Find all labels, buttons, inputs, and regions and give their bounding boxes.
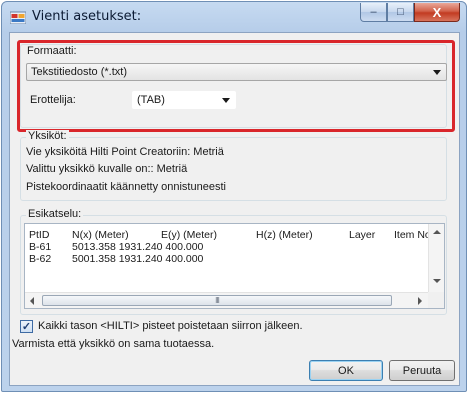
close-button[interactable]: X [414, 3, 460, 22]
units-note: Varmista että yksikkö on sama tuotaessa. [12, 338, 215, 350]
table-row-values: 5013.358 1931.240 400.000 [72, 241, 204, 253]
column-header-layer: Layer [349, 229, 376, 241]
table-row-id: B-62 [29, 253, 52, 265]
dialog-body: Formaatti: Tekstitiedosto (*.txt) Erotte… [9, 32, 460, 386]
close-icon: X [432, 4, 442, 20]
scroll-down-icon[interactable] [433, 279, 441, 283]
column-header-ptid: PtID [29, 229, 50, 241]
delete-points-checkbox[interactable]: ✓ [20, 320, 33, 333]
preview-label: Esikatselu: [26, 208, 84, 220]
chevron-down-icon [433, 70, 441, 75]
vertical-scrollbar[interactable] [428, 224, 444, 292]
minimize-button[interactable]: – [360, 3, 387, 22]
format-group [20, 44, 447, 128]
separator-label: Erottelija: [30, 94, 76, 106]
column-header-hz: H(z) (Meter) [256, 229, 313, 241]
column-header-nx: N(x) (Meter) [72, 229, 129, 241]
app-icon [10, 11, 26, 24]
units-line: Pistekoordinaatit käännetty onnistuneest… [26, 181, 226, 193]
scroll-thumb[interactable]: III [42, 295, 392, 306]
table-row-id: B-61 [29, 241, 52, 253]
maximize-button[interactable]: □ [387, 3, 414, 22]
units-label: Yksiköt: [26, 130, 69, 142]
ok-button[interactable]: OK [309, 360, 383, 381]
chevron-down-icon [222, 98, 230, 103]
scroll-up-icon[interactable] [433, 230, 441, 234]
separator-select[interactable]: (TAB) [132, 91, 236, 109]
format-label: Formaatti: [27, 45, 77, 57]
horizontal-scrollbar[interactable]: III [25, 292, 428, 308]
preview-list[interactable]: PtID N(x) (Meter) E(y) (Meter) H(z) (Met… [24, 223, 445, 309]
minimize-icon: – [370, 6, 377, 18]
dialog-window: Vienti asetukset: – □ X Formaatti: Tekst… [1, 1, 467, 392]
grip-icon: III [215, 296, 220, 305]
cancel-button[interactable]: Peruuta [389, 360, 455, 381]
window-title: Vienti asetukset: [32, 9, 142, 24]
units-line: Vie yksiköitä Hilti Point Creatoriin: Me… [26, 146, 224, 158]
table-row-values: 5001.358 1931.240 400.000 [72, 253, 204, 265]
column-header-ey: E(y) (Meter) [161, 229, 217, 241]
format-select-value: Tekstitiedosto (*.txt) [31, 66, 127, 78]
scroll-corner [428, 292, 444, 308]
scroll-left-icon[interactable] [30, 297, 34, 305]
column-header-item-no: Item No [394, 229, 428, 241]
format-select[interactable]: Tekstitiedosto (*.txt) [26, 63, 447, 81]
maximize-icon: □ [397, 6, 404, 18]
scroll-right-icon[interactable] [418, 297, 422, 305]
units-line: Valittu yksikkö kuvalle on:: Metriä [26, 163, 188, 175]
separator-select-value: (TAB) [137, 94, 165, 106]
caption-buttons: – □ X [360, 3, 460, 23]
checkmark-icon: ✓ [21, 321, 32, 333]
delete-points-label: Kaikki tason <HILTI> pisteet poistetaan … [38, 320, 303, 332]
title-bar[interactable]: Vienti asetukset: – □ X [2, 2, 466, 32]
